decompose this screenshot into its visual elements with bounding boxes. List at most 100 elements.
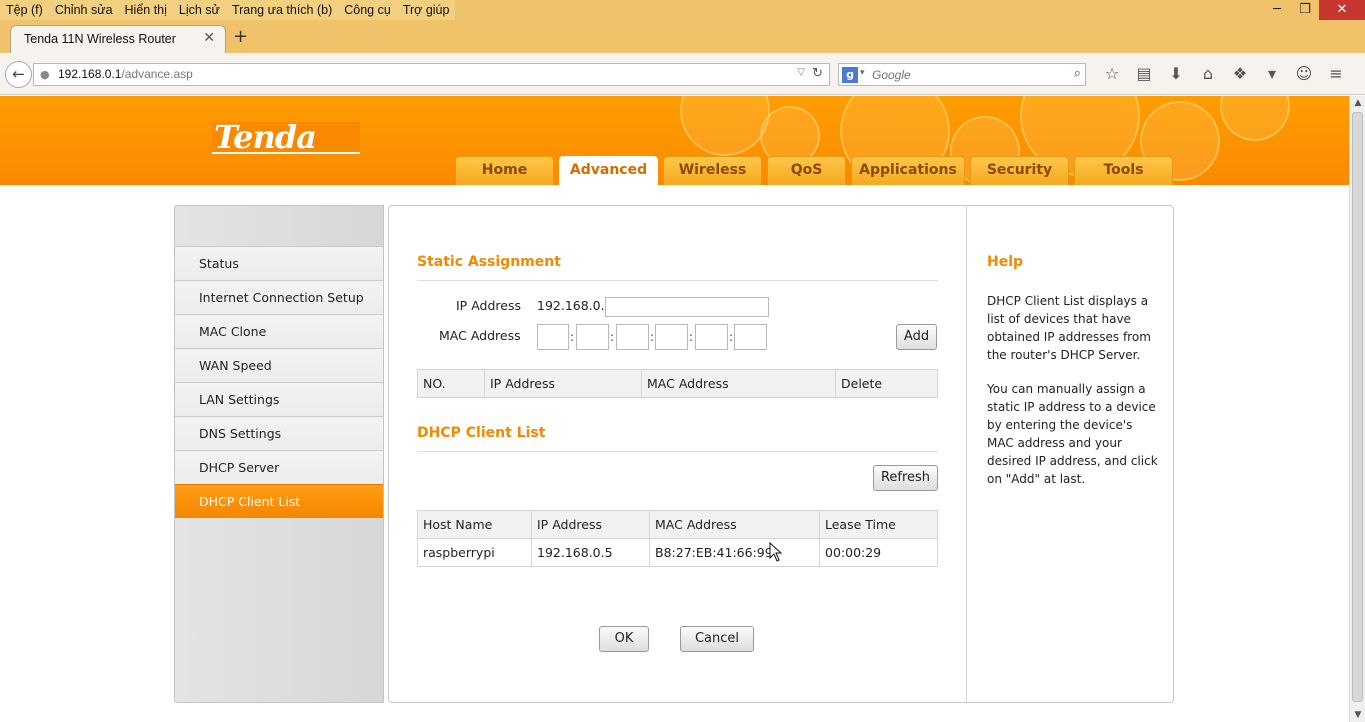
col-lease-time: Lease Time	[819, 510, 938, 539]
sidebar-item-lan-settings[interactable]: LAN Settings	[175, 382, 383, 416]
refresh-button[interactable]: Refresh	[873, 465, 938, 491]
dhcp-client-list-title: DHCP Client List	[417, 425, 546, 441]
sidebar-item-mac-clone[interactable]: MAC Clone	[175, 314, 383, 348]
url-dropdown-icon[interactable]: ▽	[797, 67, 805, 78]
col-delete: Delete	[835, 369, 938, 398]
bubble-decoration	[680, 96, 770, 156]
search-engine-dropdown-icon[interactable]: ▾	[860, 68, 865, 78]
sidebar-item-internet-connection-setup[interactable]: Internet Connection Setup	[175, 280, 383, 314]
globe-icon: ●	[40, 68, 50, 81]
sidebar-item-wan-speed[interactable]: WAN Speed	[175, 348, 383, 382]
mac-separator: :	[570, 330, 575, 344]
extension-icon[interactable]: ❖	[1224, 62, 1256, 86]
menu-view[interactable]: Hiển thị	[119, 0, 173, 20]
tab-advanced[interactable]: Advanced	[559, 156, 658, 185]
tab-wireless[interactable]: Wireless	[663, 156, 762, 185]
mac-octet-5-input[interactable]	[695, 324, 728, 350]
back-icon[interactable]: ←	[5, 61, 32, 88]
tab-tools[interactable]: Tools	[1074, 156, 1173, 185]
ok-button[interactable]: OK	[599, 626, 649, 652]
menu-tools[interactable]: Công cụ	[338, 0, 397, 20]
main-nav: Home Advanced Wireless QoS Applications …	[455, 156, 1178, 185]
scroll-up-icon[interactable]: ▲	[1350, 98, 1365, 108]
mac-separator: :	[650, 330, 655, 344]
sidebar-item-status[interactable]: Status	[175, 246, 383, 280]
home-icon[interactable]: ⌂	[1192, 62, 1224, 86]
help-title: Help	[987, 254, 1024, 270]
col-host-name: Host Name	[417, 510, 532, 539]
menu-edit[interactable]: Chỉnh sửa	[49, 0, 119, 20]
static-assignment-table: NO. IP Address MAC Address Delete	[417, 369, 938, 398]
page: Tenda Home Advanced Wireless QoS Applica…	[0, 96, 1349, 722]
mouse-cursor-icon	[769, 542, 783, 562]
mac-octet-2-input[interactable]	[576, 324, 609, 350]
cell-ip-address: 192.168.0.5	[531, 538, 650, 567]
url-path: /advance.asp	[121, 67, 193, 81]
menu-bar: Tệp (f) Chỉnh sửa Hiển thị Lịch sử Trang…	[0, 0, 1365, 22]
sidebar-item-dhcp-server[interactable]: DHCP Server	[175, 450, 383, 484]
mac-octet-3-input[interactable]	[616, 324, 649, 350]
add-button[interactable]: Add	[896, 324, 937, 350]
window-controls: ─ ❐ ✕	[1263, 0, 1365, 20]
col-no: NO.	[417, 369, 485, 398]
scroll-down-icon[interactable]: ▼	[1350, 710, 1365, 720]
mac-separator: :	[610, 330, 615, 344]
mac-octet-6-input[interactable]	[734, 324, 767, 350]
tab-applications[interactable]: Applications	[851, 156, 965, 185]
mac-octet-1-input[interactable]	[537, 324, 569, 350]
mac-octet-4-input[interactable]	[655, 324, 688, 350]
col-ip-address: IP Address	[531, 510, 650, 539]
tab-security[interactable]: Security	[970, 156, 1069, 185]
search-input[interactable]	[872, 66, 1052, 84]
static-assignment-title: Static Assignment	[417, 254, 561, 270]
tab-qos[interactable]: QoS	[767, 156, 846, 185]
nav-bar: ← ● 192.168.0.1/advance.asp ▽ ↻ g ▾ ⌕ ☆ …	[0, 53, 1365, 95]
help-divider	[966, 206, 967, 702]
google-icon[interactable]: g	[842, 67, 858, 83]
cell-lease-time: 00:00:29	[819, 538, 938, 567]
search-icon[interactable]: ⌕	[1074, 66, 1081, 81]
mac-separator: :	[689, 330, 694, 344]
scrollbar-thumb[interactable]	[1352, 112, 1363, 702]
col-ip-address: IP Address	[484, 369, 642, 398]
star-icon[interactable]: ☆	[1096, 62, 1128, 86]
header-banner: Tenda Home Advanced Wireless QoS Applica…	[0, 96, 1349, 185]
close-window-icon[interactable]: ✕	[1319, 0, 1365, 20]
menu-items: Tệp (f) Chỉnh sửa Hiển thị Lịch sử Trang…	[0, 0, 456, 20]
tab-close-icon[interactable]: ✕	[203, 30, 215, 46]
ip-address-label: IP Address	[456, 298, 521, 313]
new-tab-icon[interactable]: +	[233, 26, 248, 47]
chat-icon[interactable]: ☺	[1288, 62, 1320, 86]
sidebar-item-dhcp-client-list[interactable]: DHCP Client List	[175, 484, 383, 518]
reload-icon[interactable]: ↻	[812, 66, 823, 81]
tab-home[interactable]: Home	[455, 156, 554, 185]
menu-bookmarks[interactable]: Trang ưa thích (b)	[226, 0, 338, 20]
page-scrollbar[interactable]: ▲ ▼	[1349, 96, 1365, 722]
cancel-button[interactable]: Cancel	[680, 626, 754, 652]
url-bar[interactable]: ● 192.168.0.1/advance.asp ▽ ↻	[33, 63, 830, 86]
tenda-logo: Tenda	[212, 118, 360, 156]
mac-separator: :	[729, 330, 734, 344]
cell-mac-address: B8:27:EB:41:66:99	[649, 538, 820, 567]
menu-file[interactable]: Tệp (f)	[0, 0, 49, 20]
restore-icon[interactable]: ❐	[1291, 0, 1319, 20]
help-paragraph: DHCP Client List displays a list of devi…	[987, 294, 1151, 362]
ip-suffix-input[interactable]	[605, 297, 769, 317]
reading-list-icon[interactable]: ▤	[1128, 62, 1160, 86]
table-header-row: NO. IP Address MAC Address Delete	[417, 369, 938, 398]
section-divider	[417, 451, 938, 452]
menu-help[interactable]: Trợ giúp	[397, 0, 456, 20]
sidebar-item-dns-settings[interactable]: DNS Settings	[175, 416, 383, 450]
download-icon[interactable]: ⬇	[1160, 62, 1192, 86]
menu-icon[interactable]: ≡	[1320, 62, 1352, 86]
col-mac-address: MAC Address	[649, 510, 820, 539]
cell-host-name: raspberrypi	[417, 538, 532, 567]
search-bar[interactable]: g ▾ ⌕	[838, 63, 1086, 86]
menu-history[interactable]: Lịch sử	[173, 0, 226, 20]
tab-strip: Tenda 11N Wireless Router ✕ +	[0, 22, 1365, 53]
mac-address-label: MAC Address	[439, 328, 521, 343]
minimize-icon[interactable]: ─	[1263, 0, 1291, 20]
dropdown-icon[interactable]: ▾	[1256, 62, 1288, 86]
ip-prefix: 192.168.0.	[537, 298, 605, 313]
browser-tab[interactable]: Tenda 11N Wireless Router ✕	[10, 25, 226, 53]
